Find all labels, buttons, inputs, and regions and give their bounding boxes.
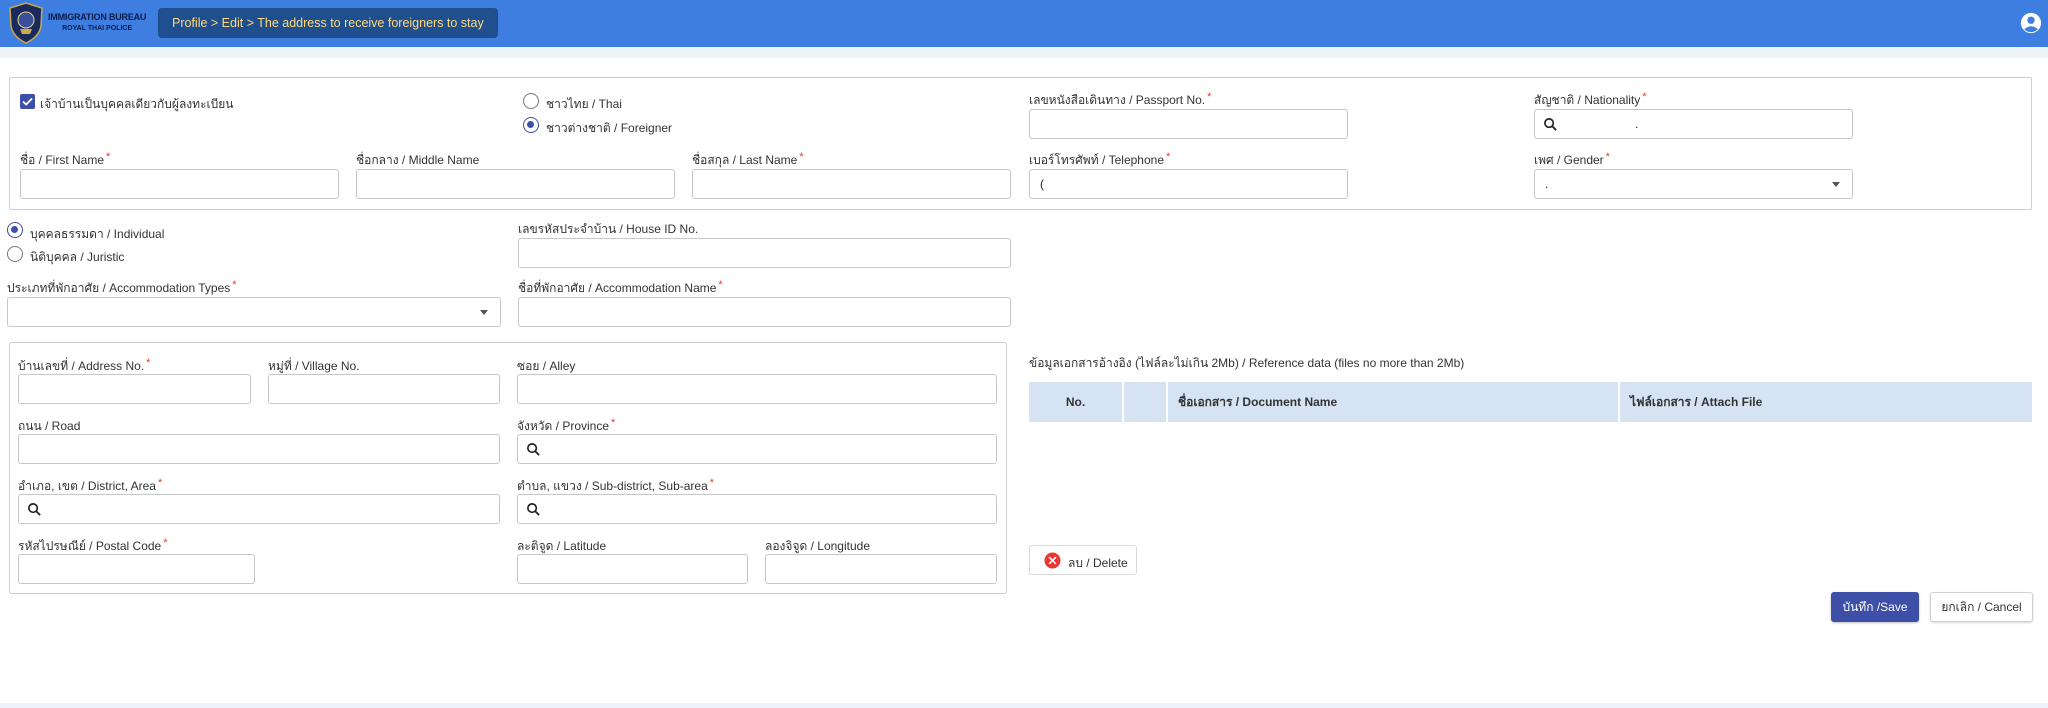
radio-individual[interactable]	[7, 222, 23, 238]
accommodation-types-select[interactable]	[7, 297, 501, 327]
village-no-input[interactable]	[268, 374, 500, 404]
checkmark-icon	[22, 97, 33, 106]
last-name-input[interactable]	[692, 169, 1011, 199]
telephone-input[interactable]: (	[1029, 169, 1348, 199]
first-name-input[interactable]	[20, 169, 339, 199]
search-icon	[28, 503, 41, 516]
same-person-checkbox[interactable]	[20, 94, 35, 109]
first-name-label: ชื่อ / First Name *	[20, 151, 111, 167]
middle-name-input[interactable]	[356, 169, 675, 199]
province-search-input[interactable]	[517, 434, 997, 464]
gender-label: เพศ / Gender *	[1534, 151, 1610, 167]
road-input[interactable]	[18, 434, 500, 464]
latitude-input[interactable]	[517, 554, 748, 584]
postal-code-input[interactable]	[18, 554, 255, 584]
telephone-label: เบอร์โทรศัพท์ / Telephone *	[1029, 151, 1171, 167]
delete-button[interactable]: ลบ / Delete	[1029, 545, 1137, 575]
logo: IMMIGRATION BUREAU ROYAL THAI POLICE	[8, 2, 146, 44]
radio-juristic-label: นิติบุคคล / Juristic	[30, 250, 125, 264]
longitude-input[interactable]	[765, 554, 997, 584]
radio-thai-label: ชาวไทย / Thai	[546, 97, 622, 111]
passport-input[interactable]	[1029, 109, 1348, 139]
logo-title: IMMIGRATION BUREAU	[48, 12, 147, 22]
house-id-input[interactable]	[518, 238, 1011, 268]
house-id-label: เลขรหัสประจำบ้าน / House ID No.	[518, 222, 699, 236]
police-shield-icon	[9, 2, 43, 44]
close-circle-icon	[1044, 552, 1061, 569]
gender-select[interactable]: .	[1534, 169, 1853, 199]
nationality-search-input[interactable]: .	[1534, 109, 1853, 139]
breadcrumb: Profile > Edit > The address to receive …	[158, 8, 498, 38]
alley-input[interactable]	[517, 374, 997, 404]
same-person-label: เจ้าบ้านเป็นบุคคลเดียวกับผู้ลงทะเบียน	[40, 97, 234, 111]
reference-title: ข้อมูลเอกสารอ้างอิง (ไฟล์ละไม่เกิน 2Mb) …	[1029, 356, 1465, 370]
accommodation-types-label: ประเภทที่พักอาศัย / Accommodation Types *	[7, 279, 237, 295]
account-icon[interactable]	[2020, 12, 2042, 34]
col-document-name-header: ชื่อเอกสาร / Document Name	[1168, 382, 1618, 422]
save-button[interactable]: บันทึก /Save	[1831, 592, 1919, 622]
search-icon	[527, 443, 540, 456]
last-name-label: ชื่อสกุล / Last Name *	[692, 151, 804, 167]
search-icon	[527, 503, 540, 516]
chevron-down-icon	[1832, 182, 1840, 187]
radio-juristic[interactable]	[7, 246, 23, 262]
radio-individual-label: บุคคลธรรมดา / Individual	[30, 227, 165, 241]
top-bar: IMMIGRATION BUREAU ROYAL THAI POLICE Pro…	[0, 0, 2048, 47]
address-no-input[interactable]	[18, 374, 251, 404]
middle-name-label: ชื่อกลาง / Middle Name	[356, 153, 480, 167]
district-search-input[interactable]	[18, 494, 500, 524]
col-attach-file-header: ไฟล์เอกสาร / Attach File	[1620, 382, 2032, 422]
search-icon	[1544, 118, 1557, 131]
cancel-button[interactable]: ยกเลิก / Cancel	[1930, 592, 2033, 622]
radio-thai[interactable]	[523, 93, 539, 109]
logo-subtitle: ROYAL THAI POLICE	[62, 25, 133, 32]
chevron-down-icon	[480, 310, 488, 315]
sub-district-search-input[interactable]	[517, 494, 997, 524]
delete-label: ลบ / Delete	[1068, 556, 1128, 570]
col-select-header	[1124, 382, 1166, 422]
nationality-label: สัญชาติ / Nationality *	[1534, 91, 1647, 107]
radio-foreigner-label: ชาวต่างชาติ / Foreigner	[546, 121, 673, 135]
passport-label: เลขหนังสือเดินทาง / Passport No. *	[1029, 91, 1212, 107]
radio-foreigner[interactable]	[523, 117, 539, 133]
accommodation-name-input[interactable]	[518, 297, 1011, 327]
accommodation-name-label: ชื่อที่พักอาศัย / Accommodation Name *	[518, 279, 723, 295]
col-no-header: No.	[1029, 382, 1122, 422]
